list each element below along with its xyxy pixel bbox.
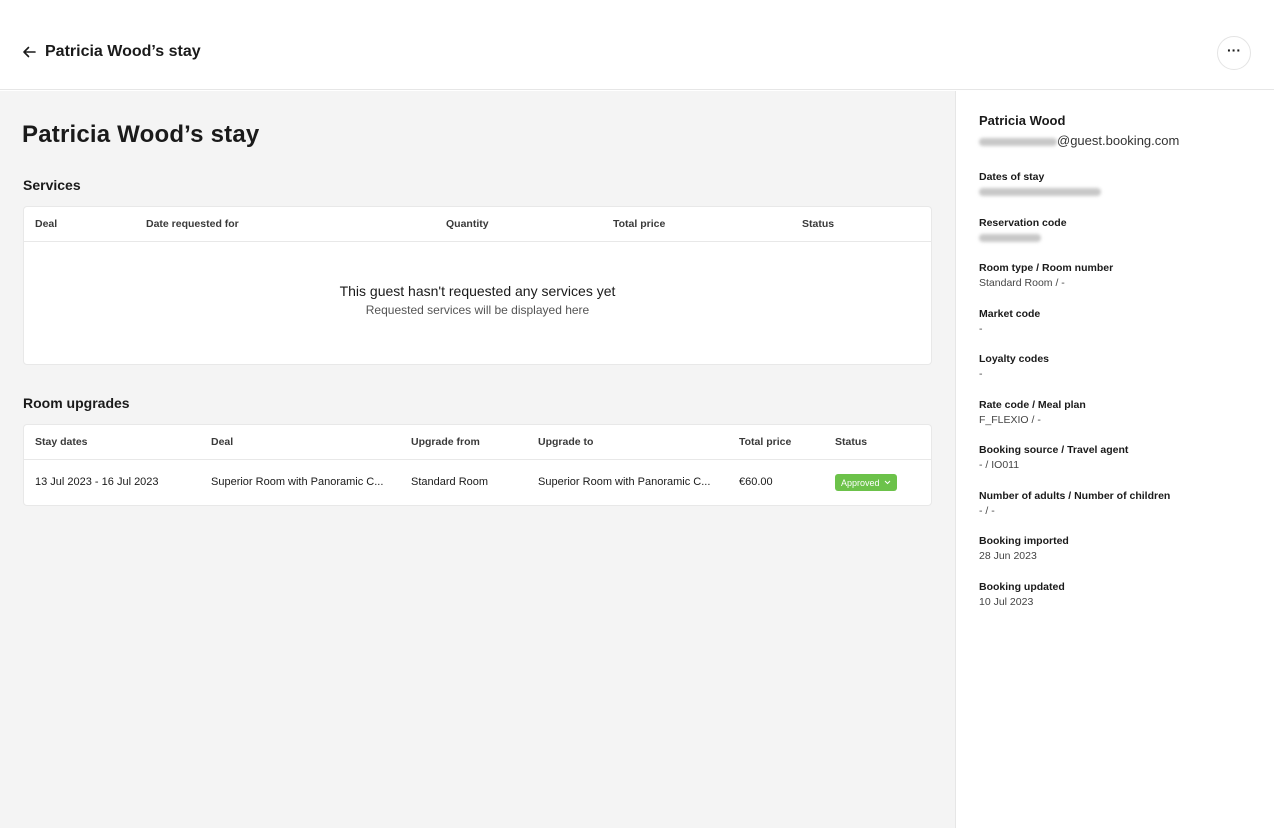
more-horizontal-icon: ···: [1227, 42, 1241, 58]
field-value: F_FLEXIO / -: [979, 414, 1041, 426]
more-options-button[interactable]: ···: [1217, 36, 1251, 70]
guest-details-panel: Patricia Wood @guest.booking.com Dates o…: [955, 91, 1274, 828]
services-table: Deal Date requested for Quantity Total p…: [23, 206, 932, 365]
room-upgrades-section-title: Room upgrades: [23, 395, 130, 411]
arrow-left-icon: [23, 46, 36, 58]
field-label: Dates of stay: [979, 171, 1045, 183]
column-header-deal: Deal: [211, 436, 234, 448]
table-row[interactable]: 13 Jul 2023 - 16 Jul 2023 Superior Room …: [24, 460, 931, 506]
field-rate-code: Rate code / Meal plan F_FLEXIO / -: [979, 399, 1086, 426]
field-loyalty-codes: Loyalty codes -: [979, 353, 1049, 380]
column-header-status: Status: [802, 218, 835, 230]
column-header-deal: Deal: [35, 218, 58, 230]
field-label: Loyalty codes: [979, 353, 1050, 365]
back-button[interactable]: [20, 42, 40, 62]
field-label: Market code: [979, 308, 1041, 320]
services-table-header: Deal Date requested for Quantity Total p…: [24, 207, 931, 242]
field-room-type: Room type / Room number Standard Room / …: [979, 262, 1113, 289]
redacted-email-user: [979, 137, 1057, 146]
column-header-total-price: Total price: [613, 218, 666, 230]
field-label: Booking source / Travel agent: [979, 444, 1129, 456]
email-domain: @guest.booking.com: [1057, 133, 1180, 148]
field-value-redacted: [979, 232, 1067, 244]
column-header-status: Status: [835, 436, 868, 448]
field-booking-imported: Booking imported 28 Jun 2023: [979, 535, 1069, 562]
status-badge[interactable]: Approved: [835, 474, 897, 491]
field-label: Number of adults / Number of children: [979, 490, 1171, 502]
column-header-upgrade-from: Upgrade from: [411, 436, 480, 448]
cell-deal: Superior Room with Panoramic C...: [211, 476, 384, 488]
empty-state-subtitle: Requested services will be displayed her…: [365, 303, 590, 317]
chevron-down-icon: [884, 480, 890, 485]
empty-state-title: This guest hasn't requested any services…: [339, 283, 616, 299]
guest-email: @guest.booking.com: [979, 133, 1179, 148]
top-bar: Patricia Wood’s stay ···: [0, 0, 1274, 90]
room-upgrades-table: Stay dates Deal Upgrade from Upgrade to …: [23, 424, 932, 506]
cell-total-price: €60.00: [739, 476, 773, 488]
header-title: Patricia Wood’s stay: [45, 43, 201, 60]
field-reservation-code: Reservation code: [979, 217, 1067, 244]
upgrades-table-header: Stay dates Deal Upgrade from Upgrade to …: [24, 425, 931, 460]
field-dates-of-stay: Dates of stay: [979, 171, 1101, 198]
field-label: Booking imported: [979, 535, 1069, 547]
field-value-redacted: [979, 186, 1101, 198]
cell-upgrade-from: Standard Room: [411, 476, 489, 488]
field-value: 10 Jul 2023: [979, 596, 1034, 608]
status-label: Approved: [841, 477, 880, 488]
field-label: Reservation code: [979, 217, 1067, 229]
field-value: - / IO011: [979, 459, 1020, 471]
field-market-code: Market code -: [979, 308, 1040, 335]
field-value: -: [979, 368, 983, 380]
field-label: Room type / Room number: [979, 262, 1114, 274]
field-number-of-guests: Number of adults / Number of children - …: [979, 490, 1170, 517]
column-header-upgrade-to: Upgrade to: [538, 436, 594, 448]
field-label: Rate code / Meal plan: [979, 399, 1086, 411]
field-value: - / -: [979, 505, 995, 517]
services-section-title: Services: [23, 177, 81, 193]
column-header-stay-dates: Stay dates: [35, 436, 88, 448]
cell-upgrade-to: Superior Room with Panoramic C...: [538, 476, 711, 488]
guest-name: Patricia Wood: [979, 113, 1066, 128]
column-header-quantity: Quantity: [446, 218, 489, 230]
column-header-total-price: Total price: [739, 436, 792, 448]
field-booking-updated: Booking updated 10 Jul 2023: [979, 581, 1065, 608]
page-title: Patricia Wood’s stay: [22, 121, 260, 148]
field-value: -: [979, 323, 983, 335]
field-label: Booking updated: [979, 581, 1065, 593]
field-value: 28 Jun 2023: [979, 550, 1037, 562]
main-content: Patricia Wood’s stay Services Deal Date …: [0, 91, 955, 828]
field-booking-source: Booking source / Travel agent - / IO011: [979, 444, 1128, 471]
column-header-date-requested: Date requested for: [146, 218, 239, 230]
cell-stay-dates: 13 Jul 2023 - 16 Jul 2023: [35, 476, 159, 488]
field-value: Standard Room / -: [979, 277, 1065, 289]
